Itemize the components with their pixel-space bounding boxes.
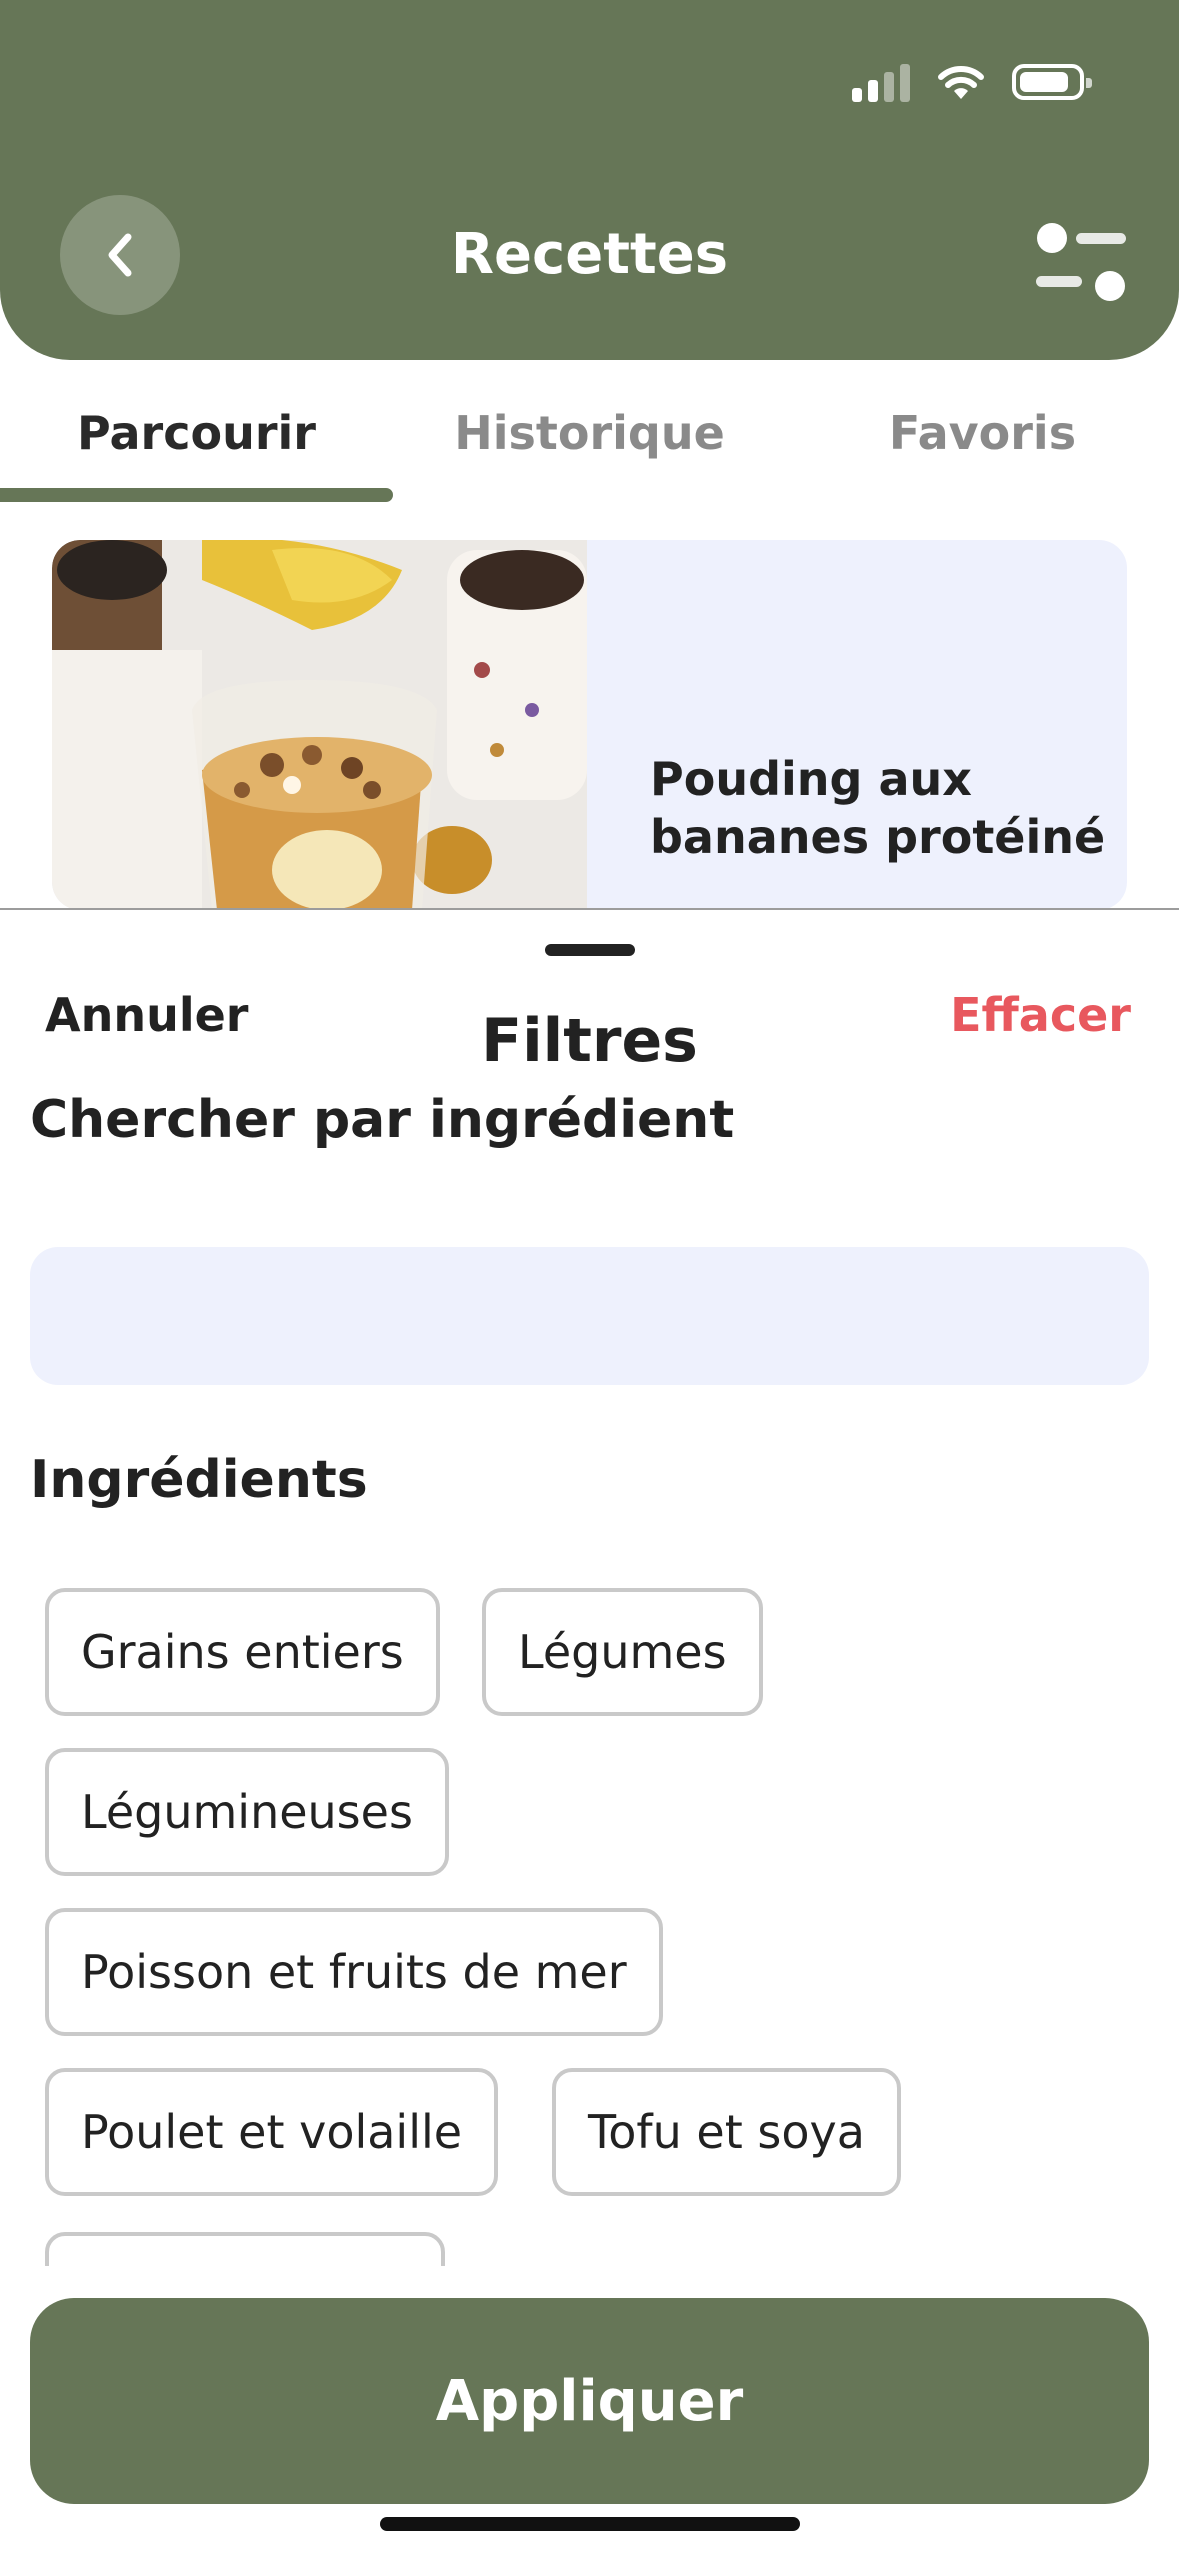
recipe-image <box>52 540 587 910</box>
battery-icon <box>1012 64 1092 100</box>
filter-sheet: Annuler Filtres Effacer Chercher par ing… <box>0 908 1179 2558</box>
tab-bar: Parcourir Historique Favoris <box>0 390 1179 502</box>
page-title: Recettes <box>450 222 729 287</box>
sliders-icon[interactable] <box>1030 220 1130 304</box>
tab-parcourir[interactable]: Parcourir <box>0 406 393 460</box>
status-bar <box>852 62 1092 102</box>
chip-poisson-fruits-de-mer[interactable]: Poisson et fruits de mer <box>45 1908 663 2036</box>
ingredient-chips: Grains entiers Légumes Légumineuses Pois… <box>0 910 1179 2266</box>
chip-grains-entiers[interactable]: Grains entiers <box>45 1588 440 1716</box>
apply-button[interactable]: Appliquer <box>30 2298 1149 2504</box>
chip-poulet-volaille[interactable]: Poulet et volaille <box>45 2068 499 2196</box>
app-header: Recettes <box>0 0 1179 360</box>
wifi-icon <box>938 66 984 99</box>
active-tab-indicator <box>0 488 393 502</box>
tab-favoris[interactable]: Favoris <box>786 406 1179 460</box>
signal-icon <box>852 62 910 102</box>
recipe-title: Pouding aux bananes protéiné <box>650 752 1106 864</box>
tab-historique[interactable]: Historique <box>393 406 786 460</box>
chip-legumes[interactable]: Légumes <box>482 1588 763 1716</box>
recipe-card[interactable]: Pouding aux bananes protéiné <box>52 540 1127 910</box>
chip-partially-visible[interactable] <box>45 2232 445 2266</box>
home-indicator <box>380 2517 800 2531</box>
chip-legumineuses[interactable]: Légumineuses <box>45 1748 449 1876</box>
chip-tofu-soya[interactable]: Tofu et soya <box>552 2068 901 2196</box>
